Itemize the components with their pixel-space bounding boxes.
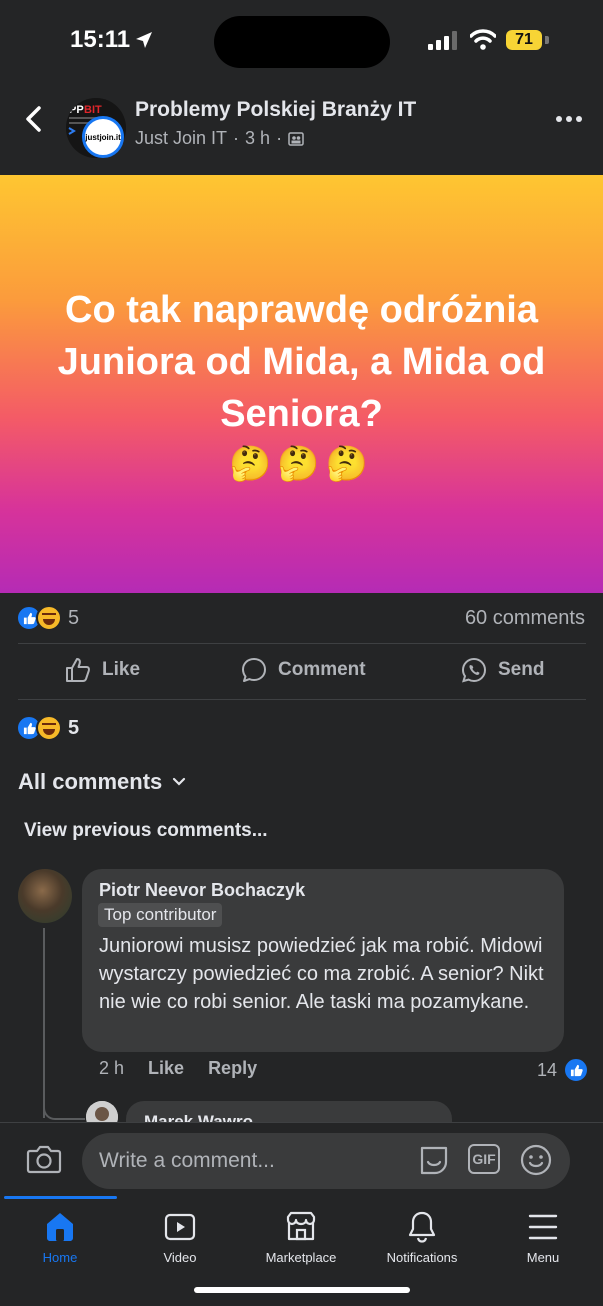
more-options-icon[interactable] <box>556 116 582 122</box>
post-time: 3 h <box>245 128 271 148</box>
svg-text:PP: PP <box>69 104 84 116</box>
group-privacy-icon <box>288 131 304 146</box>
comment-input-placeholder: Write a comment... <box>99 1149 275 1172</box>
gif-icon[interactable]: GIF <box>468 1144 500 1174</box>
post-banner: Co tak naprawdę odróżnia Juniora od Mida… <box>0 175 603 593</box>
bell-icon <box>408 1211 436 1243</box>
tab-label: Video <box>163 1250 197 1265</box>
page-avatar-badge: justjoin.it <box>82 116 124 158</box>
back-icon[interactable] <box>22 104 46 134</box>
comment-text: Juniorowi musisz powiedzieć jak ma robić… <box>99 935 544 1013</box>
active-tab-indicator <box>4 1196 117 1199</box>
comment-bubble-icon <box>242 658 266 682</box>
emoji-icon[interactable] <box>519 1143 553 1177</box>
menu-icon <box>528 1214 558 1240</box>
camera-icon[interactable] <box>26 1142 62 1176</box>
comment-likes[interactable]: 14 <box>537 1057 590 1083</box>
comment-label: Comment <box>278 659 366 680</box>
like-label: Like <box>102 659 141 680</box>
tab-menu[interactable]: Menu <box>483 1210 603 1265</box>
post-reactions[interactable]: 5 <box>16 605 79 631</box>
whatsapp-icon <box>461 657 487 683</box>
all-comments-filter[interactable]: All comments <box>18 769 186 795</box>
divider <box>18 699 586 700</box>
post-author[interactable]: Just Join IT <box>135 128 227 149</box>
thumbs-up-icon <box>66 658 91 682</box>
post-meta: Just Join IT · 3 h · <box>135 128 304 149</box>
home-icon <box>47 1213 73 1241</box>
comments-reactions[interactable]: 5 <box>16 715 79 741</box>
top-contributor-badge: Top contributor <box>98 903 223 927</box>
comment-button[interactable]: Comment <box>240 656 366 684</box>
tab-notifications[interactable]: Notifications <box>362 1210 482 1265</box>
cellular-signal-icon <box>428 30 457 50</box>
dynamic-island <box>214 16 390 68</box>
tab-label: Marketplace <box>265 1250 337 1265</box>
banner-text: Co tak naprawdę odróżnia Juniora od Mida… <box>57 289 546 435</box>
thinking-face-icon: 🤔🤔🤔 <box>228 445 374 483</box>
view-previous-comments[interactable]: View previous comments... <box>24 820 268 842</box>
comment-reply-button[interactable]: Reply <box>208 1058 257 1079</box>
sticker-icon[interactable] <box>416 1142 452 1178</box>
haha-reaction-icon <box>36 715 62 741</box>
like-button[interactable]: Like <box>64 656 140 684</box>
battery-indicator: 71 <box>506 30 542 50</box>
battery-tip <box>545 36 549 44</box>
reaction-count: 5 <box>68 716 80 739</box>
send-label: Send <box>498 659 545 680</box>
divider <box>18 643 586 644</box>
tab-video[interactable]: Video <box>120 1210 240 1265</box>
thread-line <box>43 928 45 1118</box>
tab-home[interactable]: Home <box>0 1210 120 1265</box>
send-button[interactable]: Send <box>460 656 544 684</box>
comment-likes-count: 14 <box>537 1059 558 1080</box>
status-time: 15:11 <box>70 26 154 54</box>
haha-reaction-icon <box>36 605 62 631</box>
thread-connector <box>43 1100 85 1120</box>
location-arrow-icon <box>136 32 153 48</box>
meta-separator: · <box>233 128 240 148</box>
tab-label: Menu <box>526 1250 560 1265</box>
group-name[interactable]: Problemy Polskiej Branży IT <box>135 98 416 122</box>
comment-author[interactable]: Piotr Neevor Bochaczyk <box>99 880 305 901</box>
tab-marketplace[interactable]: Marketplace <box>241 1210 361 1265</box>
all-comments-label: All comments <box>18 769 163 794</box>
tab-label: Home <box>42 1250 78 1265</box>
reaction-icons <box>16 715 62 741</box>
status-time-text: 15:11 <box>70 26 131 53</box>
chevron-down-icon <box>173 777 186 786</box>
meta-separator: · <box>276 128 283 148</box>
comment-time: 2 h <box>99 1058 125 1078</box>
reaction-count: 5 <box>68 606 80 629</box>
marketplace-icon <box>286 1211 316 1241</box>
comments-count[interactable]: 60 comments <box>465 607 585 630</box>
svg-text:BIT: BIT <box>84 104 102 116</box>
home-indicator[interactable] <box>194 1287 410 1293</box>
comment-like-button[interactable]: Like <box>148 1058 184 1079</box>
commenter-avatar[interactable] <box>18 869 72 923</box>
video-icon <box>164 1213 196 1241</box>
comment-meta: 2 h Like Reply <box>99 1058 257 1079</box>
like-reaction-icon <box>563 1057 590 1083</box>
wifi-icon <box>470 29 496 50</box>
tab-label: Notifications <box>386 1250 458 1265</box>
reaction-icons <box>16 605 62 631</box>
